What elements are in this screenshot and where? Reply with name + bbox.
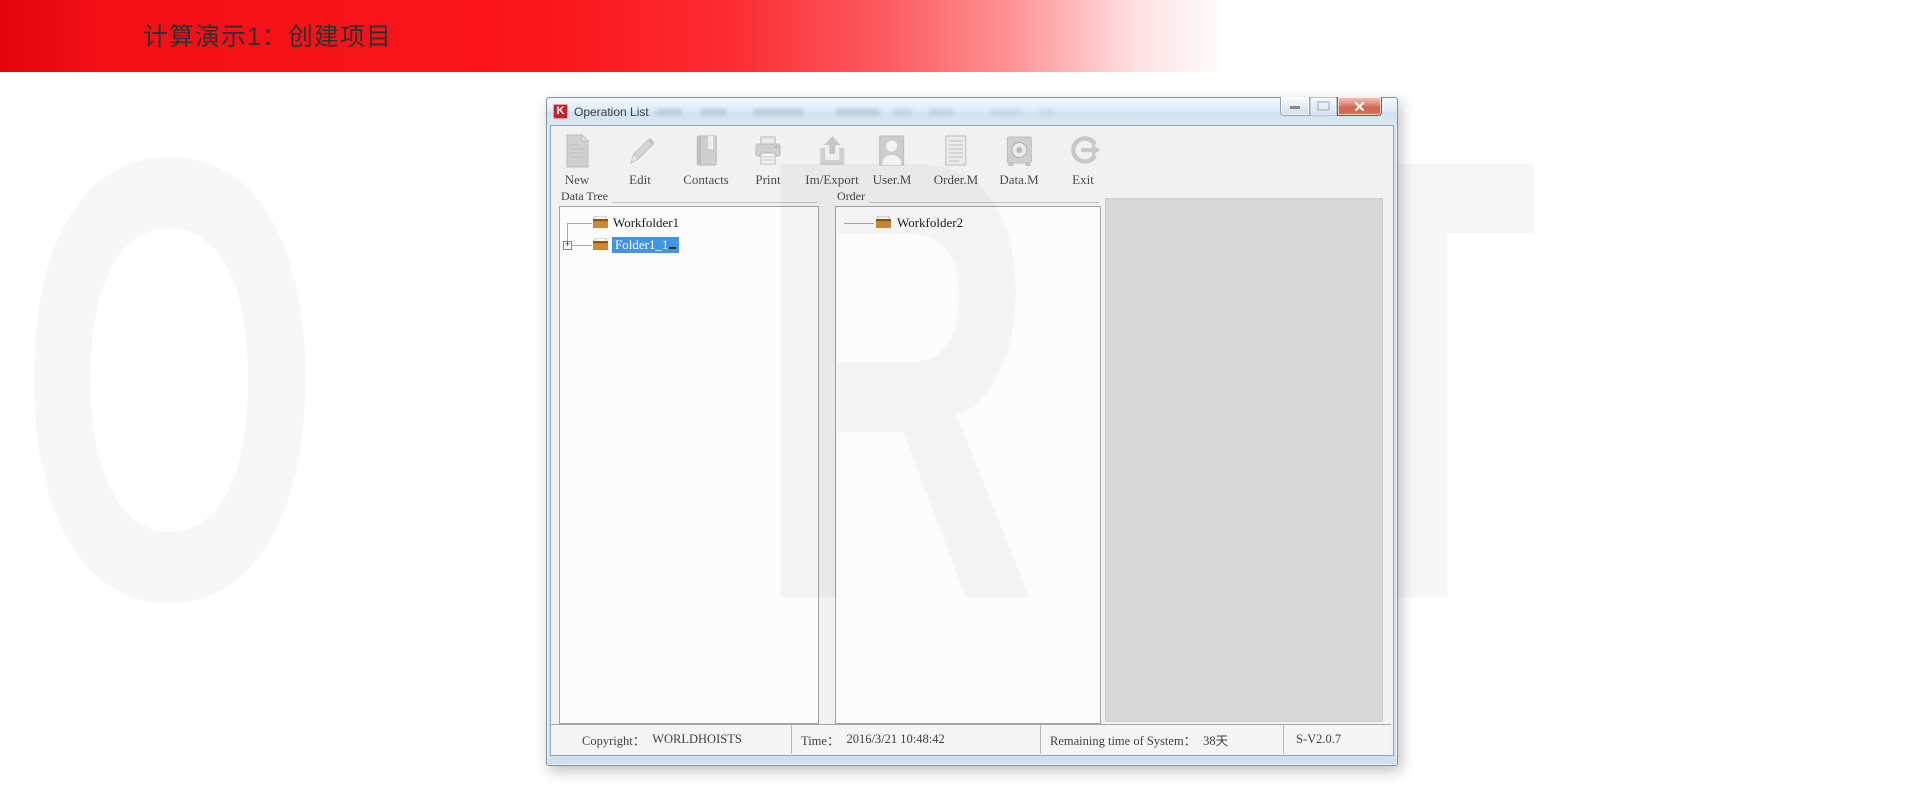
minimize-icon xyxy=(1290,106,1300,109)
status-copyright-value: WORLDHOISTS xyxy=(652,732,742,747)
tree-item-label: Folder1_1 xyxy=(615,237,668,252)
toolbar-button-datam[interactable]: Data.M xyxy=(999,132,1038,188)
printer-icon xyxy=(749,132,787,170)
status-time-value: 2016/3/21 10:48:42 xyxy=(846,732,944,747)
close-icon xyxy=(1354,101,1365,112)
toolbar-label: New xyxy=(558,172,596,188)
exit-arrow-icon xyxy=(1064,132,1102,170)
toolbar-label: Exit xyxy=(1064,172,1102,188)
toolbar-label: Print xyxy=(749,172,787,188)
ghost-text xyxy=(1039,108,1055,116)
folder-icon xyxy=(592,216,609,229)
caption-buttons xyxy=(1280,97,1382,116)
slide-banner: 计算演示1：创建项目 xyxy=(0,0,1920,72)
group-data-tree: Data Tree xyxy=(559,202,817,203)
ghost-text xyxy=(929,108,953,116)
toolbar-button-exit[interactable]: Exit xyxy=(1064,132,1102,188)
status-copyright-label: Copyright： xyxy=(582,730,645,749)
detail-placeholder-panel xyxy=(1105,198,1383,722)
close-button[interactable] xyxy=(1337,97,1382,116)
ghost-text xyxy=(836,108,880,116)
toolbar-button-userm[interactable]: User.M xyxy=(873,132,912,188)
window-title: Operation List xyxy=(574,105,649,119)
status-copyright: Copyright： WORLDHOISTS xyxy=(551,725,792,754)
toolbar-label: Edit xyxy=(621,172,659,188)
order-document-icon xyxy=(937,132,975,170)
tree-item-workfolder1[interactable]: Workfolder1 xyxy=(613,215,679,230)
edit-caret xyxy=(669,247,676,249)
toolbar-label: User.M xyxy=(873,172,912,188)
ghost-text xyxy=(991,108,1021,116)
tree-item-folder1-1-selected[interactable]: Folder1_1 xyxy=(612,237,679,253)
new-document-icon xyxy=(558,132,596,170)
expand-plus-icon[interactable]: + xyxy=(563,241,572,250)
toolbar-label: Data.M xyxy=(999,172,1038,188)
status-remaining-label: Remaining time of System： xyxy=(1050,730,1196,749)
toolbar-label: Im/Export xyxy=(805,172,858,188)
tree-line xyxy=(844,223,874,224)
toolbar-button-contacts[interactable]: Contacts xyxy=(683,132,729,188)
status-version-value: S-V2.0.7 xyxy=(1296,732,1341,747)
operation-list-window: K Operation List New xyxy=(546,97,1398,766)
order-panel: Workfolder2 xyxy=(835,206,1101,724)
toolbar-button-orderm[interactable]: Order.M xyxy=(934,132,978,188)
app-logo-icon: K xyxy=(553,104,568,119)
status-remaining: Remaining time of System： 38天 xyxy=(1041,725,1284,754)
maximize-icon xyxy=(1317,101,1330,111)
status-time-label: Time： xyxy=(801,730,839,749)
maximize-button[interactable] xyxy=(1310,97,1337,116)
toolbar-button-new[interactable]: New xyxy=(558,132,596,188)
toolbar-button-imexport[interactable]: Im/Export xyxy=(805,132,858,188)
ghost-text xyxy=(753,108,803,116)
data-tree-panel: Workfolder1 + Folder1_1 xyxy=(559,206,819,724)
slide-title: 计算演示1：创建项目 xyxy=(143,17,392,53)
status-version: S-V2.0.7 xyxy=(1284,725,1391,754)
group-order: Order xyxy=(835,202,1099,203)
status-bar: Copyright： WORLDHOISTS Time： 2016/3/21 1… xyxy=(551,724,1391,754)
toolbar-button-edit[interactable]: Edit xyxy=(621,132,659,188)
status-remaining-value: 38天 xyxy=(1203,730,1228,749)
tree-item-workfolder2[interactable]: Workfolder2 xyxy=(897,215,963,230)
edit-pencil-icon xyxy=(621,132,659,170)
watermark-letter-o: O xyxy=(18,140,322,619)
contacts-book-icon xyxy=(687,132,725,170)
ghost-text xyxy=(894,108,912,116)
tree-line xyxy=(567,223,592,224)
toolbar-button-print[interactable]: Print xyxy=(749,132,787,188)
import-export-icon xyxy=(813,132,851,170)
folder-icon xyxy=(592,238,609,251)
group-label-data-tree: Data Tree xyxy=(559,190,612,203)
user-icon xyxy=(873,132,911,170)
folder-icon xyxy=(875,216,892,229)
minimize-button[interactable] xyxy=(1280,97,1310,116)
window-titlebar[interactable]: K Operation List xyxy=(547,98,1397,125)
toolbar-label: Contacts xyxy=(683,172,729,188)
group-label-order: Order xyxy=(835,190,869,203)
data-safe-icon xyxy=(1000,132,1038,170)
toolbar-label: Order.M xyxy=(934,172,978,188)
ghost-text xyxy=(701,108,727,116)
tree-line xyxy=(572,245,592,246)
status-time: Time： 2016/3/21 10:48:42 xyxy=(792,725,1041,754)
window-client-area: New Edit Contacts xyxy=(550,125,1394,756)
ghost-text xyxy=(656,108,682,116)
